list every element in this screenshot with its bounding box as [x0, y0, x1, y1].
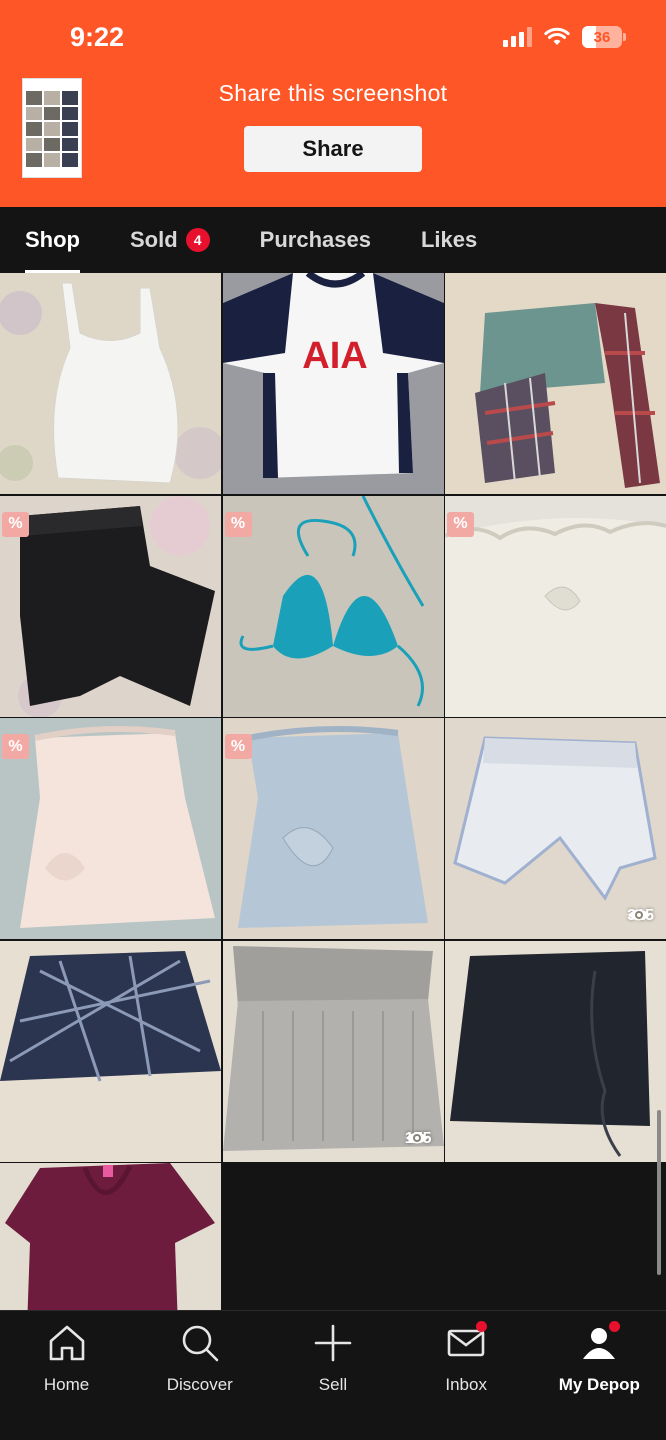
listing-photo	[239, 495, 424, 707]
scrollbar[interactable]	[657, 1110, 661, 1275]
nav-label: Home	[43, 1375, 90, 1394]
tab-label: Likes	[420, 227, 478, 252]
tab-sold[interactable]: Sold 4	[130, 207, 210, 273]
profile-icon-wrap	[577, 1321, 621, 1365]
status-icons: 36	[503, 26, 626, 48]
listing-photo	[222, 945, 444, 1151]
listing-tile[interactable]: %	[0, 718, 221, 939]
shirt-print-text: AIA	[302, 335, 367, 377]
listing-tile[interactable]	[0, 273, 221, 494]
listing-tile[interactable]: %	[222, 718, 444, 939]
tab-label: Shop	[25, 227, 80, 252]
listing-tile[interactable]: %	[0, 495, 221, 717]
view-count: 315	[627, 907, 654, 925]
discount-tag: %	[224, 734, 252, 759]
share-title: Share this screenshot	[218, 80, 448, 106]
nav-discover[interactable]: Discover	[133, 1311, 266, 1440]
listing-photo	[0, 950, 221, 1081]
home-icon	[49, 1325, 84, 1361]
share-button[interactable]: Share	[244, 126, 422, 172]
battery-level: 36	[593, 28, 611, 46]
eye-icon	[405, 1132, 428, 1143]
listing-tile[interactable]: %	[445, 495, 666, 717]
wifi-icon	[544, 27, 570, 45]
profile-tabs: Shop Sold 4 Purchases Likes	[0, 207, 666, 273]
listing-photo	[18, 495, 215, 717]
bottom-nav: Home Discover Sell Inbox My Depop	[0, 1310, 666, 1440]
tab-label: Purchases	[259, 227, 371, 252]
plus-icon	[314, 1324, 352, 1362]
listing-tile[interactable]	[0, 940, 221, 1162]
discount-tag: %	[2, 511, 29, 537]
nav-label: Sell	[318, 1375, 348, 1394]
nav-label: My Depop	[558, 1375, 640, 1394]
listing-tile[interactable]: AIA	[222, 273, 444, 494]
listing-tile[interactable]: %	[222, 495, 444, 717]
mail-icon-wrap	[444, 1321, 488, 1365]
listing-photo	[237, 726, 428, 928]
cellular-signal-icon	[503, 27, 532, 47]
tab-likes[interactable]: Likes	[421, 207, 477, 273]
listing-photo	[20, 726, 215, 928]
search-icon	[182, 1325, 219, 1362]
listing-photo: AIA	[222, 273, 444, 478]
discount-tag: %	[447, 511, 474, 537]
tab-shop[interactable]: Shop	[25, 207, 80, 273]
tab-purchases[interactable]: Purchases	[260, 207, 371, 273]
status-time: 9:22	[70, 22, 125, 52]
eye-icon	[628, 909, 651, 921]
nav-my-depop[interactable]: My Depop	[533, 1311, 666, 1440]
battery-icon: 36	[582, 26, 626, 48]
nav-label: Inbox	[445, 1375, 487, 1394]
view-count: 175	[405, 1130, 432, 1148]
nav-label: Discover	[166, 1375, 233, 1394]
nav-inbox[interactable]: Inbox	[400, 1311, 533, 1440]
listing-tile[interactable]	[445, 273, 666, 494]
listing-photo	[0, 282, 221, 484]
tab-label: Sold	[130, 227, 178, 252]
listing-photo	[475, 303, 660, 488]
nav-home[interactable]: Home	[0, 1311, 133, 1440]
share-banner: 9:22 36 Share this screenshot Share	[0, 0, 666, 207]
listing-tile[interactable]: 315	[445, 718, 666, 939]
listing-tile[interactable]: 175	[222, 940, 444, 1162]
listing-photo	[445, 517, 666, 717]
discount-tag: %	[2, 734, 29, 759]
listing-photo	[453, 736, 657, 901]
discount-tag: %	[224, 511, 252, 537]
listings-grid: AIA % % % % %	[0, 273, 666, 1384]
sold-count-badge: 4	[185, 228, 210, 252]
listing-tile[interactable]	[445, 940, 666, 1162]
listing-photo	[450, 950, 650, 1157]
nav-sell[interactable]: Sell	[266, 1311, 399, 1440]
